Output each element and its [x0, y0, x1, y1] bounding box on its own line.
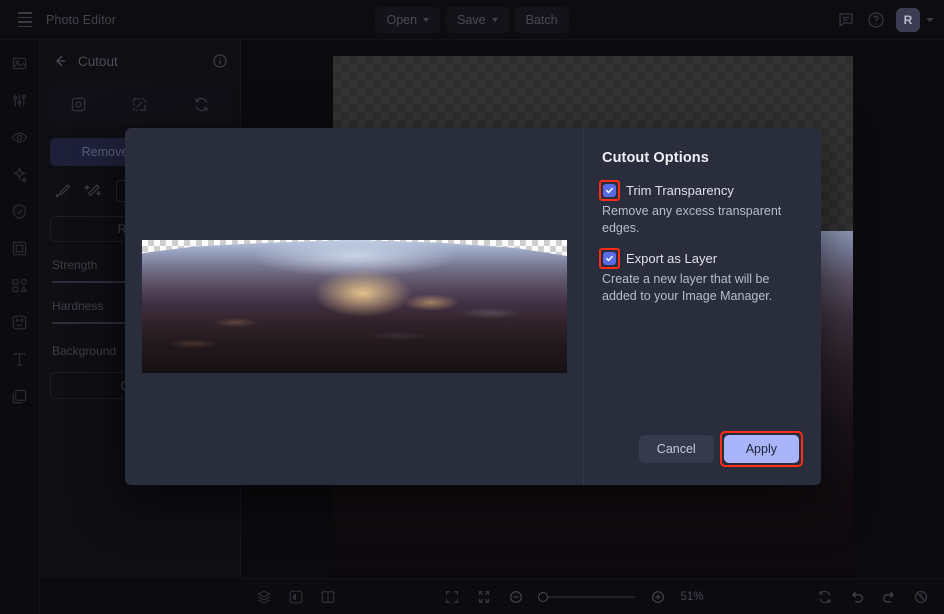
- bottom-redo-button[interactable]: [880, 588, 898, 606]
- zoom-slider[interactable]: [537, 591, 635, 602]
- checkbox-box: [603, 184, 616, 197]
- bottom-toolbar: 51%: [241, 578, 944, 614]
- fit-screen-icon[interactable]: [443, 588, 461, 606]
- zoom-level-label: 51%: [680, 590, 704, 603]
- chevron-down-icon: [491, 17, 498, 22]
- panel-header: Cutout: [40, 40, 240, 82]
- cutout-preview-image: [142, 240, 567, 373]
- magic-wand-icon[interactable]: [82, 180, 104, 202]
- sidebar-item-text[interactable]: [7, 346, 33, 372]
- top-menu-group: Open Save Batch: [0, 6, 944, 33]
- trim-transparency-option[interactable]: Trim Transparency: [599, 180, 799, 201]
- dialog-actions: Cancel Apply: [602, 431, 803, 485]
- trim-transparency-checkbox[interactable]: [599, 180, 620, 201]
- bottom-history-button[interactable]: [912, 588, 930, 606]
- chat-bubble-icon[interactable]: [836, 10, 856, 30]
- trim-transparency-label: Trim Transparency: [626, 183, 734, 198]
- export-as-layer-checkbox[interactable]: [599, 247, 620, 269]
- cancel-button[interactable]: Cancel: [638, 435, 714, 463]
- chevron-down-icon[interactable]: [926, 17, 934, 22]
- top-toolbar: Photo Editor Open Save Batch R: [0, 0, 944, 40]
- apply-button-wrapper: Apply: [719, 431, 803, 467]
- zoom-in-icon[interactable]: [649, 588, 667, 606]
- brush-icon[interactable]: [52, 180, 74, 202]
- dialog-preview-pane: [125, 128, 584, 485]
- info-circle-icon[interactable]: [212, 53, 228, 69]
- bottom-compare-button[interactable]: [319, 588, 337, 606]
- trim-transparency-description: Remove any excess transparent edges.: [602, 204, 782, 236]
- sidebar-item-sticker[interactable]: [7, 309, 33, 335]
- sidebar-item-enhance[interactable]: [7, 161, 33, 187]
- save-menu-label: Save: [457, 12, 486, 27]
- sidebar-item-effects[interactable]: [7, 124, 33, 150]
- apply-button[interactable]: Apply: [723, 435, 799, 463]
- tool-rail: [0, 40, 40, 614]
- tab-refresh[interactable]: [188, 91, 214, 117]
- sidebar-item-retouch[interactable]: [7, 198, 33, 224]
- bottom-undo-button[interactable]: [848, 588, 866, 606]
- export-as-layer-label: Export as Layer: [626, 250, 718, 266]
- open-menu-button[interactable]: Open: [375, 6, 441, 33]
- bottom-mask-button[interactable]: [287, 588, 305, 606]
- open-menu-label: Open: [386, 12, 418, 27]
- top-right-group: R: [836, 7, 934, 32]
- chevron-down-icon: [423, 17, 430, 22]
- panel-tab-group: [48, 82, 232, 126]
- batch-label: Batch: [525, 12, 558, 27]
- tab-auto[interactable]: [66, 91, 92, 117]
- hamburger-icon[interactable]: [10, 7, 40, 33]
- batch-button[interactable]: Batch: [514, 6, 569, 33]
- tab-manual[interactable]: [127, 91, 153, 117]
- app-title: Photo Editor: [46, 12, 116, 27]
- arrow-left-icon[interactable]: [52, 53, 68, 69]
- export-as-layer-option[interactable]: Export as Layer: [599, 247, 799, 269]
- cutout-options-dialog: Cutout Options Trim Transparency Remove …: [125, 128, 821, 485]
- sidebar-item-layers[interactable]: [7, 383, 33, 409]
- sidebar-item-crop[interactable]: [7, 50, 33, 76]
- sidebar-item-frame[interactable]: [7, 235, 33, 261]
- save-menu-button[interactable]: Save: [446, 6, 509, 33]
- export-as-layer-description: Create a new layer that will be added to…: [602, 271, 773, 303]
- sidebar-item-shapes[interactable]: [7, 272, 33, 298]
- bottom-reset-button[interactable]: [816, 588, 834, 606]
- app-root: Photo Editor Open Save Batch R Cutout Re…: [0, 0, 944, 614]
- avatar[interactable]: R: [896, 7, 920, 32]
- dialog-options-pane: Cutout Options Trim Transparency Remove …: [584, 128, 821, 485]
- actual-size-icon[interactable]: [475, 588, 493, 606]
- zoom-out-icon[interactable]: [507, 588, 525, 606]
- bottom-layers-button[interactable]: [255, 588, 273, 606]
- zoom-slider-handle[interactable]: [537, 591, 548, 602]
- page-title: Cutout: [78, 53, 118, 69]
- checkbox-box: [603, 251, 616, 265]
- sidebar-item-adjust[interactable]: [7, 87, 33, 113]
- help-circle-icon[interactable]: [866, 10, 886, 30]
- dialog-title: Cutout Options: [602, 150, 709, 166]
